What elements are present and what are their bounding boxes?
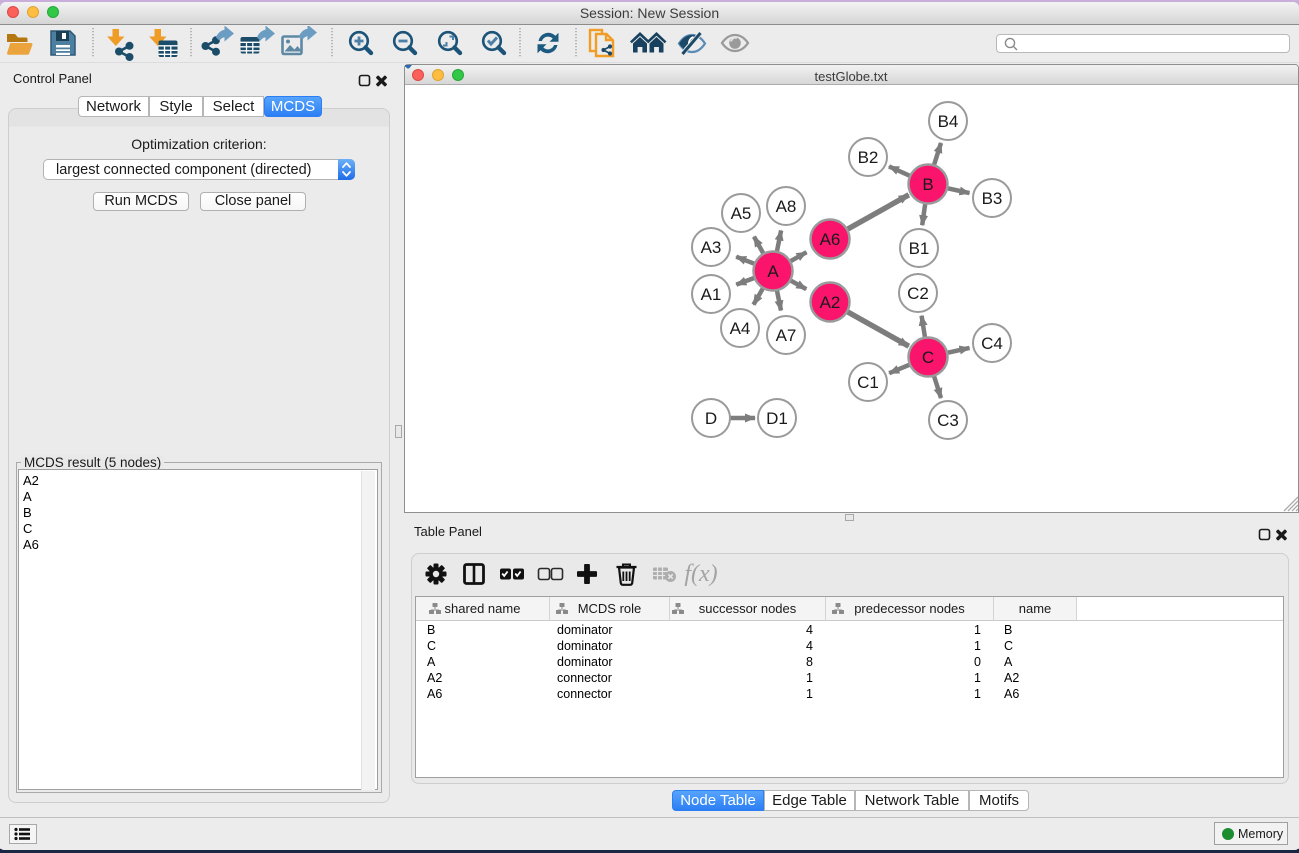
svg-text:A1: A1 [701,285,722,304]
svg-text:A7: A7 [776,326,797,345]
svg-text:A3: A3 [701,238,722,257]
svg-text:C: C [922,348,934,367]
svg-text:B: B [922,175,933,194]
svg-text:B4: B4 [938,112,959,131]
svg-text:B3: B3 [982,189,1003,208]
svg-text:A5: A5 [731,204,752,223]
svg-text:A: A [767,262,779,281]
svg-text:f(x): f(x) [684,561,717,587]
svg-text:A4: A4 [730,319,751,338]
svg-text:D1: D1 [766,409,788,428]
svg-text:A6: A6 [820,230,841,249]
svg-text:B2: B2 [858,148,879,167]
svg-text:C2: C2 [907,284,929,303]
svg-text:A2: A2 [820,293,841,312]
svg-text:C3: C3 [937,411,959,430]
svg-text:B1: B1 [909,239,930,258]
svg-text:D: D [705,409,717,428]
svg-text:A8: A8 [776,197,797,216]
svg-text:C4: C4 [981,334,1003,353]
svg-text:C1: C1 [857,373,879,392]
